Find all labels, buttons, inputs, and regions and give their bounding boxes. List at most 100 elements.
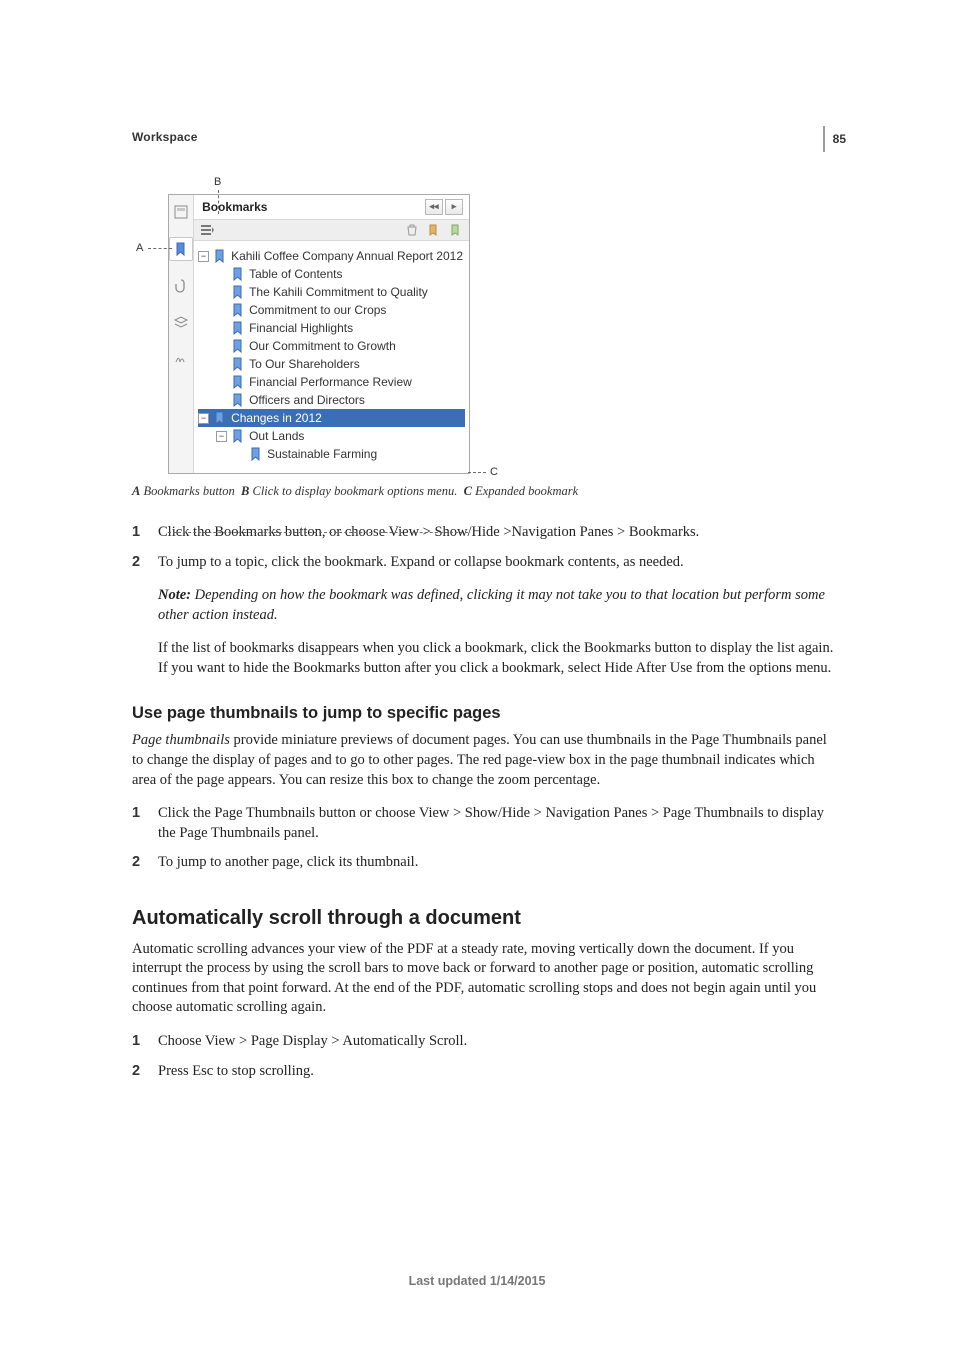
list-number: 2 [132, 553, 144, 573]
new-bookmark-icon[interactable] [427, 223, 441, 237]
bookmark-icon [231, 267, 245, 281]
nav-signatures-icon[interactable] [170, 347, 192, 369]
bookmark-row-selected[interactable]: − Changes in 2012 [198, 409, 465, 427]
list-item: 2 Press Esc to stop scrolling. [132, 1062, 836, 1082]
bookmark-icon [231, 285, 245, 299]
bookmark-label: To Our Shareholders [249, 357, 360, 371]
callout-line-b [218, 190, 219, 214]
panel-title: Bookmarks [202, 200, 267, 214]
page-number: 85 [833, 132, 846, 146]
bookmark-row[interactable]: Commitment to our Crops [216, 301, 465, 319]
bookmark-children: Sustainable Farming [234, 445, 465, 463]
bookmark-icon [213, 411, 227, 425]
ordered-list-3: 1 Choose View > Page Display > Automatic… [132, 1032, 836, 1081]
bookmark-icon [231, 357, 245, 371]
callout-label-b: B [214, 176, 221, 188]
bookmark-label: Officers and Directors [249, 393, 365, 407]
callout-line-c [468, 472, 486, 473]
list-item: 1 Click the Page Thumbnails button or ch… [132, 804, 836, 843]
list-number: 1 [132, 1032, 144, 1052]
list-item: 2 To jump to another page, click its thu… [132, 853, 836, 873]
bookmark-row[interactable]: To Our Shareholders [216, 355, 465, 373]
bookmark-icon [231, 375, 245, 389]
bookmark-row[interactable]: Sustainable Farming [234, 445, 465, 463]
panel-close-button[interactable]: ▸ [445, 199, 463, 215]
nav-layers-icon[interactable] [170, 311, 192, 333]
list-text: Choose View > Page Display > Automatical… [158, 1032, 836, 1052]
caption-key-b: B [241, 484, 249, 498]
page-number-wrap: 85 [823, 126, 846, 152]
bookmark-label: Financial Highlights [249, 321, 353, 335]
nav-bookmarks-icon[interactable] [169, 237, 193, 261]
options-menu-icon[interactable] [200, 223, 214, 237]
caption-key-a: A [132, 484, 140, 498]
bookmark-label: Table of Contents [249, 267, 342, 281]
paragraph: Page thumbnails provide miniature previe… [132, 731, 836, 790]
page: 85 Workspace B A [0, 0, 954, 1350]
panel-toolbar [194, 220, 469, 241]
ordered-list-2: 1 Click the Page Thumbnails button or ch… [132, 804, 836, 873]
bookmark-row[interactable]: Financial Highlights [216, 319, 465, 337]
list-text: Press Esc to stop scrolling. [158, 1062, 836, 1082]
callout-label-c: C [490, 466, 498, 478]
collapse-icon[interactable]: − [216, 431, 227, 442]
bookmark-icon [231, 303, 245, 317]
panel-header: Bookmarks ◂◂ ▸ [194, 195, 469, 220]
run-in: Page thumbnails [132, 732, 230, 748]
bookmark-row[interactable]: Officers and Directors [216, 391, 465, 409]
caption-text-a: Bookmarks button [143, 484, 234, 498]
bookmark-tree: − Kahili Coffee Company Annual Report 20… [194, 241, 469, 473]
bookmark-label: Sustainable Farming [267, 447, 377, 461]
paragraph: If the list of bookmarks disappears when… [158, 639, 836, 678]
bookmark-row[interactable]: Financial Performance Review [216, 373, 465, 391]
collapse-icon[interactable]: − [198, 251, 209, 262]
bookmark-icon [231, 321, 245, 335]
caption-text-c: Expanded bookmark [475, 484, 578, 498]
note-label: Note: [158, 587, 191, 603]
bookmark-label: Changes in 2012 [231, 411, 322, 425]
list-number: 2 [132, 1062, 144, 1082]
panel-body: Bookmarks ◂◂ ▸ [194, 195, 469, 473]
bookmark-label: Kahili Coffee Company Annual Report 2012 [231, 249, 463, 263]
bookmark-icon [231, 429, 245, 443]
bookmark-row[interactable]: Table of Contents [216, 265, 465, 283]
caption-key-c: C [464, 484, 472, 498]
callout-label-a: A [136, 242, 143, 254]
heading-thumbnails: Use page thumbnails to jump to specific … [132, 704, 836, 723]
bookmark-label: Out Lands [249, 429, 304, 443]
panel-collapse-button[interactable]: ◂◂ [425, 199, 443, 215]
nav-attachments-icon[interactable] [170, 275, 192, 297]
collapse-icon[interactable]: − [198, 413, 209, 424]
list-number: 2 [132, 853, 144, 873]
panel-dashed-bottom [168, 532, 468, 533]
bookmark-label: Financial Performance Review [249, 375, 412, 389]
bookmark-icon [213, 249, 227, 263]
nav-rail [169, 195, 194, 473]
bookmark-label: Our Commitment to Growth [249, 339, 396, 353]
bookmark-label: Commitment to our Crops [249, 303, 386, 317]
list-number: 1 [132, 523, 144, 543]
ordered-list-1: 1 Click the Bookmarks button, or choose … [132, 523, 836, 572]
paragraph-rest: provide miniature previews of document p… [132, 732, 827, 787]
bookmark-row-root[interactable]: − Kahili Coffee Company Annual Report 20… [198, 247, 465, 265]
list-item: 1 Choose View > Page Display > Automatic… [132, 1032, 836, 1052]
note: Note: Depending on how the bookmark was … [158, 586, 836, 625]
bookmark-row[interactable]: Our Commitment to Growth [216, 337, 465, 355]
find-bookmark-icon[interactable] [449, 223, 463, 237]
list-item: 2 To jump to a topic, click the bookmark… [132, 553, 836, 573]
list-number: 1 [132, 804, 144, 843]
delete-bookmark-icon[interactable] [405, 223, 419, 237]
bookmark-children: Table of Contents The Kahili Commitment … [216, 265, 465, 409]
bookmark-row[interactable]: − Out Lands [216, 427, 465, 445]
bookmarks-panel: Bookmarks ◂◂ ▸ [168, 194, 470, 474]
panel-header-controls: ◂◂ ▸ [425, 199, 463, 215]
nav-thumbnails-icon[interactable] [170, 201, 192, 223]
list-text: To jump to another page, click its thumb… [158, 853, 836, 873]
page-number-bar [823, 126, 825, 152]
heading-autoscroll: Automatically scroll through a document [132, 907, 836, 930]
figure-bookmarks-panel: B A [136, 194, 476, 474]
bookmark-icon [249, 447, 263, 461]
bookmark-icon [231, 339, 245, 353]
bookmark-children: − Out Lands Sustainable Farming [216, 427, 465, 463]
bookmark-row[interactable]: The Kahili Commitment to Quality [216, 283, 465, 301]
